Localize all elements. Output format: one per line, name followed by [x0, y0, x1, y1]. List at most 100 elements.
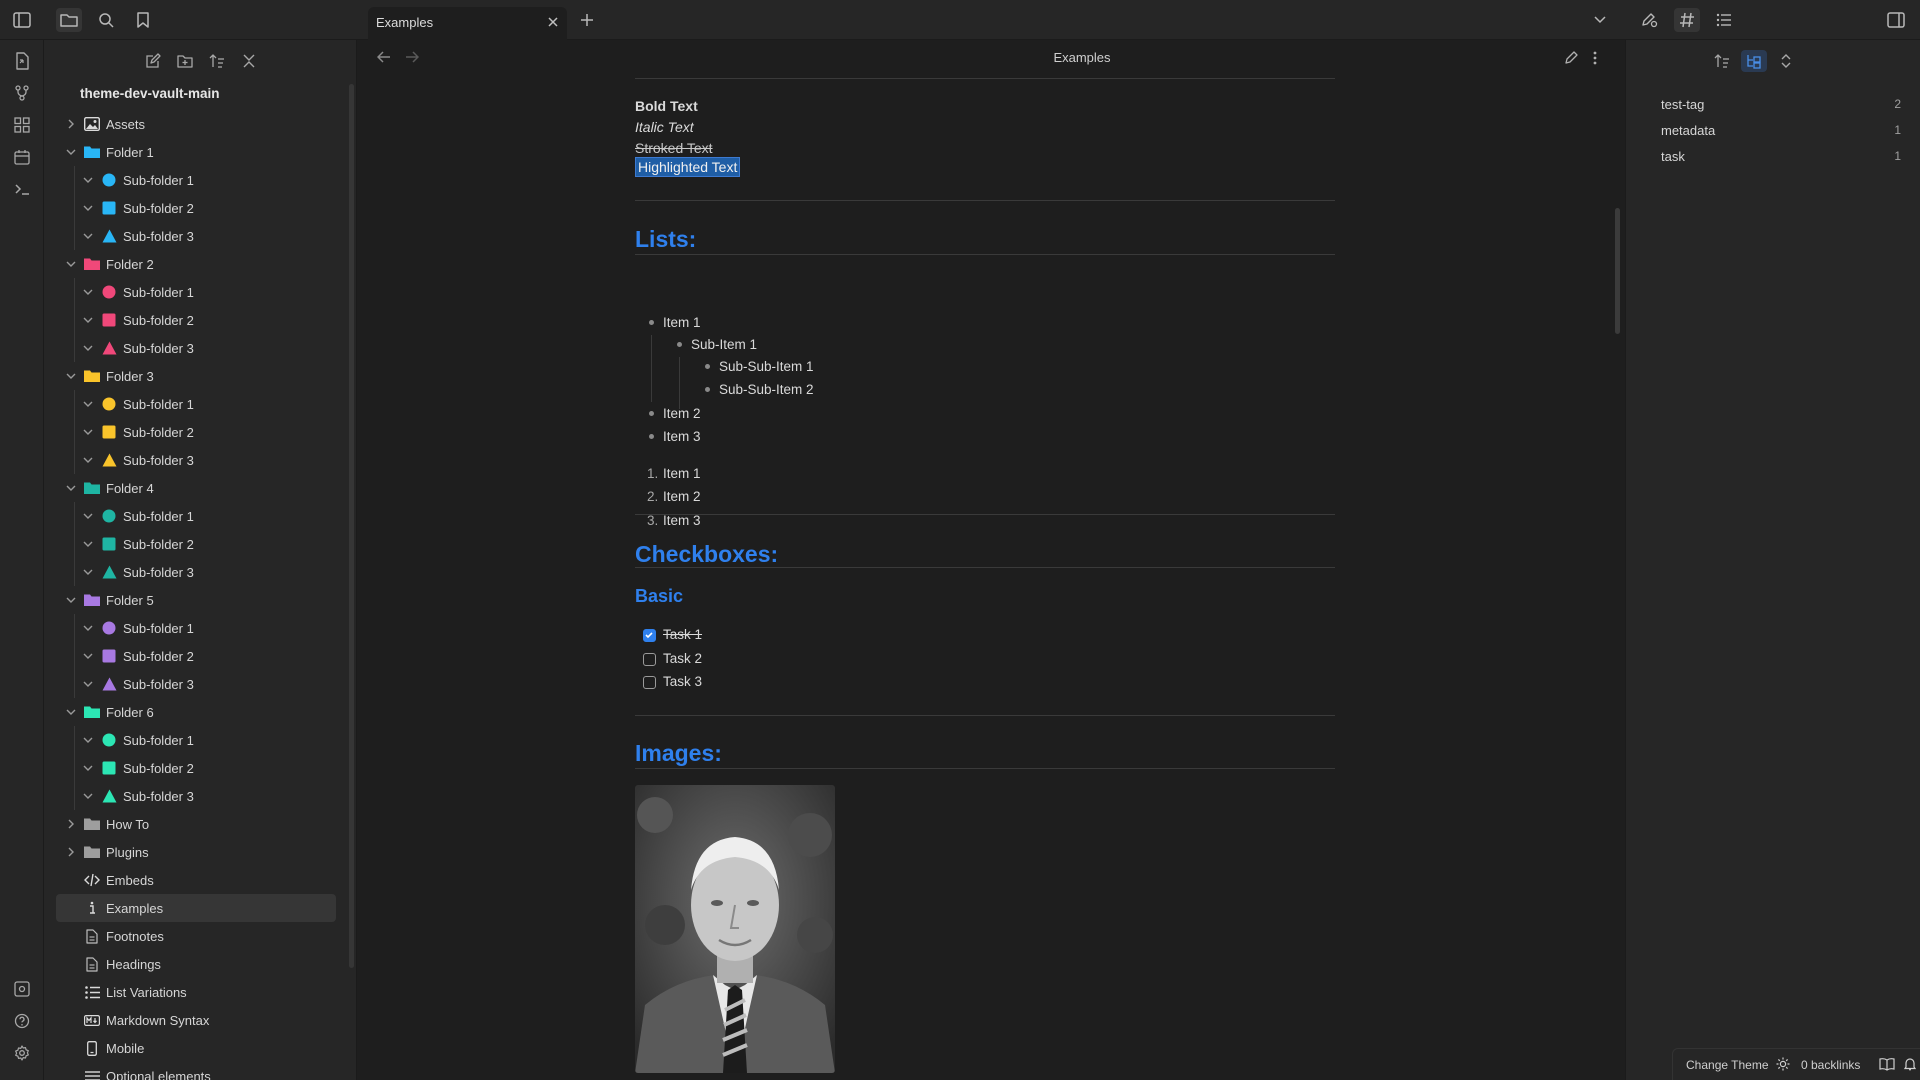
tree-item[interactable]: Mobile [56, 1034, 336, 1062]
tree-subitem[interactable]: Sub-folder 2 [56, 530, 336, 558]
chevron-down-icon[interactable] [81, 649, 95, 663]
tree-item[interactable]: Folder 2 [56, 250, 336, 278]
tree-item[interactable]: Folder 1 [56, 138, 336, 166]
tree-item[interactable]: Folder 4 [56, 474, 336, 502]
canvas-grid-icon[interactable] [10, 113, 34, 137]
new-tab-plus-icon[interactable] [574, 8, 600, 32]
change-theme-button[interactable]: Change Theme [1686, 1058, 1769, 1072]
task-checkbox[interactable] [643, 653, 656, 666]
chevron-down-icon[interactable] [64, 145, 78, 159]
tree-subitem[interactable]: Sub-folder 1 [56, 390, 336, 418]
chevron-down-icon[interactable] [81, 313, 95, 327]
tree-subitem[interactable]: Sub-folder 1 [56, 278, 336, 306]
tree-subitem[interactable]: Sub-folder 2 [56, 418, 336, 446]
calendar-icon[interactable] [10, 145, 34, 169]
tree-item[interactable]: Folder 5 [56, 586, 336, 614]
tab-examples[interactable]: Examples [368, 7, 567, 40]
tree-subitem[interactable]: Sub-folder 2 [56, 754, 336, 782]
expand-collapse-icon[interactable] [1773, 50, 1799, 72]
sidebar-scrollbar[interactable] [349, 84, 354, 968]
chevron-down-icon[interactable] [81, 173, 95, 187]
chevron-down-icon[interactable] [81, 341, 95, 355]
chevron-down-icon[interactable] [64, 593, 78, 607]
open-quick-switcher-icon[interactable] [10, 49, 34, 73]
backlinks-count[interactable]: 0 backlinks [1801, 1058, 1860, 1072]
search-icon[interactable] [93, 8, 119, 32]
vault-name[interactable]: theme-dev-vault-main [80, 86, 220, 101]
tree-item[interactable]: Plugins [56, 838, 336, 866]
tree-item[interactable]: Examples [56, 894, 336, 922]
chevron-down-icon[interactable] [81, 201, 95, 215]
tag-item[interactable]: test-tag 2 [1661, 97, 1901, 119]
files-folder-icon[interactable] [56, 8, 82, 32]
tag-item[interactable]: metadata 1 [1661, 123, 1901, 145]
sun-icon[interactable] [1776, 1057, 1790, 1071]
tree-subitem[interactable]: Sub-folder 1 [56, 614, 336, 642]
tree-item[interactable]: Optional elements [56, 1062, 336, 1080]
tree-item[interactable]: How To [56, 810, 336, 838]
tree-item[interactable]: Assets [56, 110, 336, 138]
chevron-down-icon[interactable] [81, 285, 95, 299]
chevron-down-icon[interactable] [64, 257, 78, 271]
tree-item[interactable]: Folder 3 [56, 362, 336, 390]
nested-tags-icon[interactable] [1741, 50, 1767, 72]
sort-icon[interactable] [205, 50, 229, 72]
settings-gear-icon[interactable] [10, 1041, 34, 1065]
graph-view-icon[interactable] [10, 81, 34, 105]
new-folder-icon[interactable] [173, 50, 197, 72]
chevron-right-icon[interactable] [64, 117, 78, 131]
task-checkbox[interactable] [643, 629, 656, 642]
chevron-down-icon[interactable] [81, 789, 95, 803]
chevron-down-icon[interactable] [81, 733, 95, 747]
tree-subitem[interactable]: Sub-folder 1 [56, 502, 336, 530]
chevron-down-icon[interactable] [81, 537, 95, 551]
new-note-icon[interactable] [141, 50, 165, 72]
back-arrow-icon[interactable] [377, 50, 391, 64]
tree-subitem[interactable]: Sub-folder 3 [56, 782, 336, 810]
chevron-down-icon[interactable] [81, 397, 95, 411]
chevron-right-icon[interactable] [64, 845, 78, 859]
chevron-down-icon[interactable] [81, 229, 95, 243]
chevron-down-icon[interactable] [81, 453, 95, 467]
chevron-down-icon[interactable] [64, 481, 78, 495]
tag-item[interactable]: task 1 [1661, 149, 1901, 171]
chevron-down-icon[interactable] [81, 425, 95, 439]
hashtag-icon[interactable] [1674, 8, 1700, 32]
tree-subitem[interactable]: Sub-folder 2 [56, 642, 336, 670]
chevron-down-icon[interactable] [64, 369, 78, 383]
tree-subitem[interactable]: Sub-folder 3 [56, 670, 336, 698]
chevron-down-icon[interactable] [81, 761, 95, 775]
chevron-right-icon[interactable] [64, 817, 78, 831]
tree-subitem[interactable]: Sub-folder 3 [56, 558, 336, 586]
collapse-all-icon[interactable] [237, 50, 261, 72]
tree-item[interactable]: Headings [56, 950, 336, 978]
editor-scrollbar[interactable] [1615, 208, 1620, 334]
bookmark-icon[interactable] [130, 8, 156, 32]
chevron-down-icon[interactable] [64, 705, 78, 719]
chevron-down-icon[interactable] [81, 565, 95, 579]
tree-subitem[interactable]: Sub-folder 2 [56, 194, 336, 222]
reading-view-book-icon[interactable] [1879, 1057, 1895, 1071]
sort-icon[interactable] [1709, 50, 1735, 72]
edit-pencil-icon[interactable] [1564, 50, 1579, 65]
chevron-down-icon[interactable] [81, 677, 95, 691]
terminal-icon[interactable] [10, 177, 34, 201]
tree-item[interactable]: Folder 6 [56, 698, 336, 726]
tree-subitem[interactable]: Sub-folder 3 [56, 222, 336, 250]
chevron-down-icon[interactable] [81, 621, 95, 635]
tree-item[interactable]: List Variations [56, 978, 336, 1006]
chevron-down-icon[interactable] [81, 509, 95, 523]
close-icon[interactable] [547, 16, 559, 28]
help-icon[interactable] [10, 1009, 34, 1033]
tree-subitem[interactable]: Sub-folder 3 [56, 334, 336, 362]
tree-subitem[interactable]: Sub-folder 3 [56, 446, 336, 474]
more-options-icon[interactable] [1592, 50, 1598, 66]
vault-switcher-icon[interactable] [10, 977, 34, 1001]
tree-item[interactable]: Footnotes [56, 922, 336, 950]
tree-subitem[interactable]: Sub-folder 2 [56, 306, 336, 334]
toggle-left-sidebar-icon[interactable] [9, 8, 35, 32]
tree-item[interactable]: Markdown Syntax [56, 1006, 336, 1034]
forward-arrow-icon[interactable] [405, 50, 419, 64]
tree-subitem[interactable]: Sub-folder 1 [56, 726, 336, 754]
tree-item[interactable]: Embeds [56, 866, 336, 894]
